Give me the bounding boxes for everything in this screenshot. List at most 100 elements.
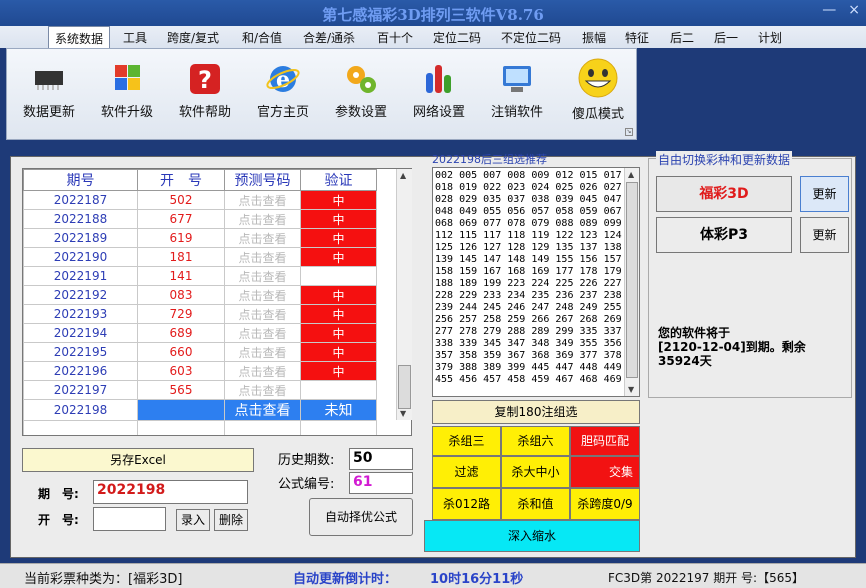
tab-tools[interactable]: 工具 — [123, 29, 147, 46]
history-input[interactable]: 50 — [349, 448, 413, 470]
windows-icon — [115, 65, 140, 90]
tab-system-data[interactable]: 系统数据 — [48, 26, 111, 48]
switch-group-title: 自由切换彩种和更新数据 — [656, 151, 793, 168]
scroll-thumb[interactable] — [398, 365, 411, 409]
table-row[interactable]: 2022193 729 点击查看中 — [23, 304, 377, 324]
period-cell: 2022198 — [23, 399, 138, 421]
open-cell: 083 — [137, 285, 225, 305]
table-row[interactable]: 2022189 619 点击查看中 — [23, 228, 377, 248]
verify-cell: 中 — [300, 285, 377, 305]
save-excel-button[interactable]: 另存Excel — [22, 448, 254, 472]
chip-icon — [35, 71, 63, 90]
data-update-button[interactable]: 数据更新 — [17, 61, 81, 120]
kill-group3-button[interactable]: 杀组三 — [432, 426, 501, 456]
period-cell: 2022187 — [23, 190, 138, 210]
period-label: 期 号: — [38, 487, 79, 501]
lottery-type-status: 当前彩票种类为：[福彩3D] — [24, 572, 183, 587]
open-input[interactable] — [93, 507, 166, 531]
fc3d-button[interactable]: 福彩3D — [656, 176, 792, 212]
table-row[interactable]: 2022190 181 点击查看中 — [23, 247, 377, 267]
window-title: 第七感福彩3D排列三软件V8.76 — [322, 6, 544, 24]
tab-pos-two[interactable]: 定位二码 — [433, 29, 481, 46]
software-upgrade-button[interactable]: 软件升级 — [95, 61, 159, 120]
logout-software-button[interactable]: 注销软件 — [485, 61, 549, 120]
tab-sum[interactable]: 和/合值 — [242, 29, 282, 46]
col-header-predict[interactable]: 预测号码 — [224, 169, 301, 191]
predict-cell[interactable]: 点击查看 — [224, 247, 301, 267]
predict-cell[interactable]: 点击查看 — [224, 285, 301, 305]
verify-cell — [300, 380, 377, 400]
tab-diff[interactable]: 合差/通杀 — [303, 29, 355, 46]
table-row[interactable]: 2022196 603 点击查看中 — [23, 361, 377, 381]
grid-scrollbar[interactable]: ▲ ▼ — [396, 169, 412, 420]
kill-group6-button[interactable]: 杀组六 — [501, 426, 570, 456]
delete-button[interactable]: 删除 — [214, 509, 248, 531]
kill-span-button[interactable]: 杀跨度0/9 — [570, 488, 640, 520]
input-button[interactable]: 录入 — [176, 509, 210, 531]
predict-cell[interactable]: 点击查看 — [224, 266, 301, 286]
reco-scrollbar[interactable]: ▲ ▼ — [624, 168, 639, 396]
open-cell: 141 — [137, 266, 225, 286]
close-button[interactable]: × — [848, 2, 860, 18]
ribbon-expand-icon[interactable]: ↘ — [625, 128, 633, 136]
table-row[interactable]: 2022192 083 点击查看中 — [23, 285, 377, 305]
update-fc3d-button[interactable]: 更新 — [800, 176, 849, 212]
predict-cell[interactable]: 点击查看 — [224, 342, 301, 362]
deep-shrink-button[interactable]: 深入缩水 — [424, 520, 640, 552]
scroll-down-icon[interactable]: ▼ — [400, 409, 406, 418]
filter-button[interactable]: 过滤 — [432, 456, 501, 488]
table-row[interactable]: 2022191 141 点击查看 — [23, 266, 377, 286]
reco-scroll-down-icon[interactable]: ▼ — [628, 385, 634, 394]
period-input[interactable]: 2022198 — [93, 480, 248, 504]
software-help-button[interactable]: ? 软件帮助 — [173, 61, 237, 120]
table-row[interactable]: 2022187 502 点击查看中 — [23, 190, 377, 210]
tab-feature[interactable]: 特征 — [625, 29, 649, 46]
predict-cell[interactable]: 点击查看 — [224, 304, 301, 324]
network-settings-button[interactable]: 网络设置 — [407, 61, 471, 120]
countdown-value: 10时16分11秒 — [430, 572, 524, 587]
dan-match-button[interactable]: 胆码匹配 — [570, 426, 640, 456]
formula-input[interactable]: 61 — [349, 472, 413, 494]
col-header-period[interactable]: 期号 — [23, 169, 138, 191]
simple-mode-button[interactable]: 傻瓜模式 — [563, 57, 633, 122]
tab-last-one[interactable]: 后一 — [714, 29, 738, 46]
predict-cell[interactable]: 点击查看 — [224, 190, 301, 210]
tab-plan[interactable]: 计划 — [758, 29, 782, 46]
predict-cell[interactable]: 点击查看 — [224, 380, 301, 400]
copy-group-button[interactable]: 复制180注组选 — [432, 400, 640, 424]
tab-last-two[interactable]: 后二 — [670, 29, 694, 46]
verify-cell: 中 — [300, 361, 377, 381]
p3-button[interactable]: 体彩P3 — [656, 217, 792, 253]
col-header-verify[interactable]: 验证 — [300, 169, 377, 191]
col-header-open[interactable]: 开 号 — [137, 169, 225, 191]
kill-sum-button[interactable]: 杀和值 — [501, 488, 570, 520]
scroll-up-icon[interactable]: ▲ — [400, 171, 406, 180]
kill-012-button[interactable]: 杀012路 — [432, 488, 501, 520]
kill-size-button[interactable]: 杀大中小 — [501, 456, 570, 488]
tab-amplitude[interactable]: 振幅 — [582, 29, 606, 46]
reco-scroll-thumb[interactable] — [626, 182, 638, 378]
table-row[interactable]: 2022198 点击查看 未知 — [23, 399, 377, 421]
parameter-settings-button[interactable]: 参数设置 — [329, 61, 393, 120]
auto-formula-button[interactable]: 自动择优公式 — [309, 498, 413, 536]
minimize-button[interactable]: — — [822, 2, 836, 18]
official-home-button[interactable]: e 官方主页 — [251, 61, 315, 120]
update-p3-button[interactable]: 更新 — [800, 217, 849, 253]
predict-cell[interactable]: 点击查看 — [224, 399, 301, 421]
predict-cell[interactable]: 点击查看 — [224, 209, 301, 229]
table-row[interactable]: 2022195 660 点击查看中 — [23, 342, 377, 362]
intersect-button[interactable]: 交集 — [570, 456, 640, 488]
reco-list[interactable]: 002 005 007 008 009 012 015 017 018 019 … — [432, 167, 640, 397]
predict-cell[interactable]: 点击查看 — [224, 228, 301, 248]
tab-digits[interactable]: 百十个 — [377, 29, 413, 46]
tab-span[interactable]: 跨度/复式 — [167, 29, 219, 46]
reco-scroll-up-icon[interactable]: ▲ — [628, 170, 634, 179]
table-row[interactable]: 2022194 689 点击查看中 — [23, 323, 377, 343]
verify-cell — [300, 266, 377, 286]
tab-nonpos-two[interactable]: 不定位二码 — [501, 29, 561, 46]
open-cell: 502 — [137, 190, 225, 210]
predict-cell[interactable]: 点击查看 — [224, 361, 301, 381]
table-row[interactable]: 2022188 677 点击查看中 — [23, 209, 377, 229]
table-row[interactable]: 2022197 565 点击查看 — [23, 380, 377, 400]
predict-cell[interactable]: 点击查看 — [224, 323, 301, 343]
